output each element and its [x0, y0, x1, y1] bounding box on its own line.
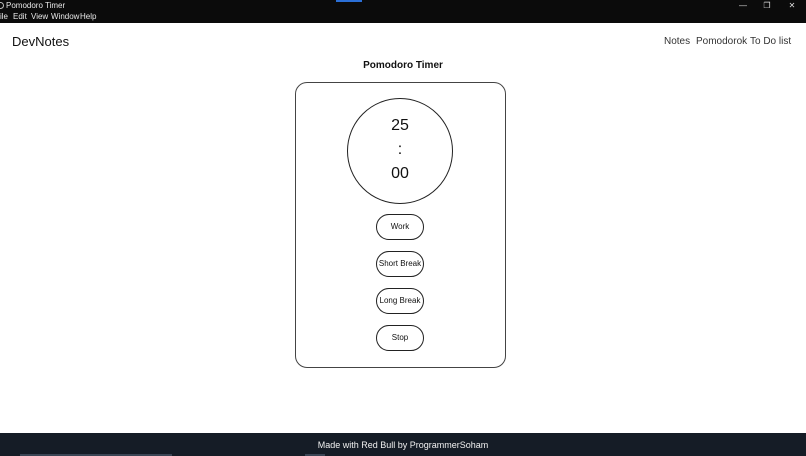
close-icon[interactable]: ✕ [779, 0, 805, 11]
app-icon [0, 2, 4, 9]
menu-view[interactable]: View [31, 11, 48, 23]
page-title: Pomodoro Timer [363, 60, 443, 71]
window-title: Pomodoro Timer [6, 1, 66, 10]
nav-notes[interactable]: Notes [664, 36, 690, 47]
work-button[interactable]: Work [376, 214, 424, 240]
stop-button[interactable]: Stop [376, 325, 424, 351]
timer-minutes: 25 [391, 117, 409, 134]
menu-window[interactable]: Window [51, 11, 79, 23]
footer-text: Made with Red Bull by ProgrammerSoham [317, 440, 489, 450]
menu-edit[interactable]: Edit [13, 11, 27, 23]
minimize-icon[interactable]: — [730, 0, 756, 11]
menu-bar: ile Edit View Window Help [0, 11, 806, 23]
timer-seconds: 00 [391, 165, 409, 182]
brand-logo[interactable]: DevNotes [12, 34, 69, 49]
nav-todo[interactable]: To Do list [750, 36, 791, 47]
long-break-button[interactable]: Long Break [376, 288, 424, 314]
timer-separator: : [397, 141, 403, 158]
nav-pomodoro[interactable]: Pomodorok [696, 36, 747, 47]
short-break-button[interactable]: Short Break [376, 251, 424, 277]
window-title-bar: Pomodoro Timer — ❐ ✕ [0, 0, 806, 11]
menu-file[interactable]: ile [0, 11, 8, 23]
footer: Made with Red Bull by ProgrammerSoham [0, 433, 806, 456]
menu-help[interactable]: Help [80, 11, 96, 23]
restore-icon[interactable]: ❐ [754, 0, 780, 11]
timer-clock: 25 : 00 [347, 98, 453, 204]
title-accent-strip [336, 0, 362, 2]
